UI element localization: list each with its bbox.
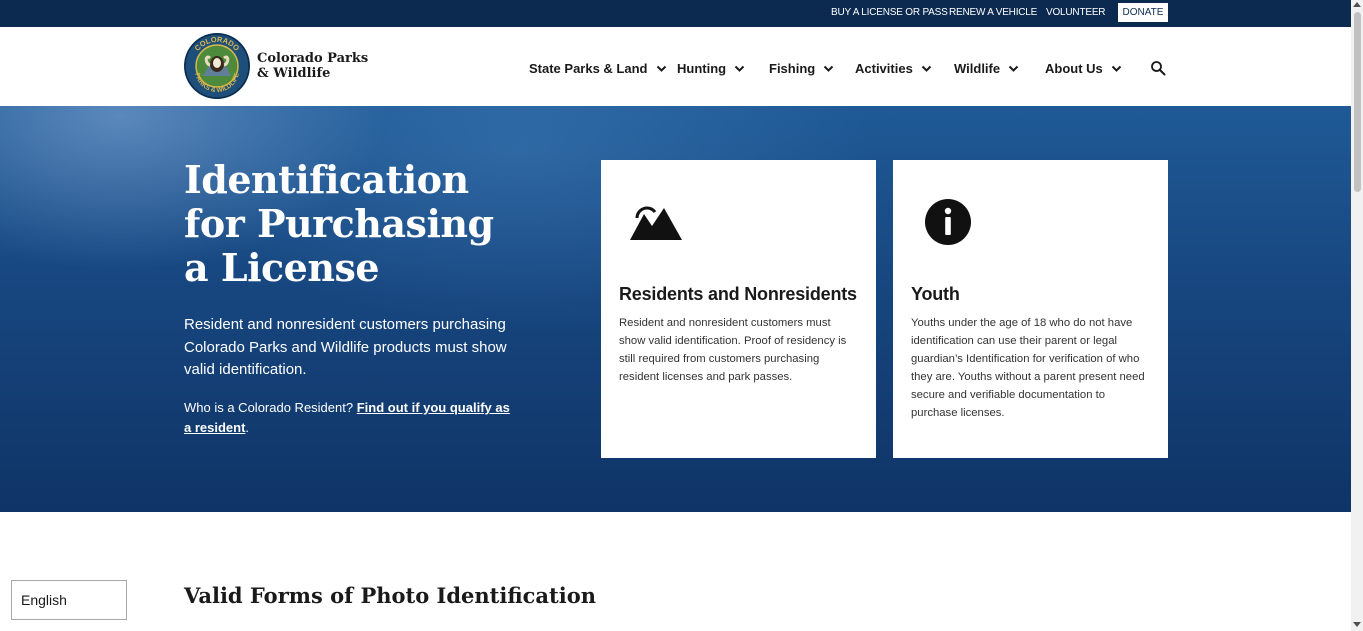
nav-label: About Us: [1045, 61, 1103, 76]
nav-label: Activities: [855, 61, 913, 76]
hero-section: Identification for Purchasing a License …: [0, 106, 1351, 512]
chevron-down-icon: [921, 65, 932, 72]
search-icon[interactable]: [1150, 60, 1166, 76]
section-title: Valid Forms of Photo Identification: [184, 583, 596, 608]
nav-activities[interactable]: Activities: [855, 61, 932, 76]
logo-text-line2: & Wildlife: [257, 66, 331, 81]
nav-about-us[interactable]: About Us: [1045, 61, 1122, 76]
utility-bar: BUY A LICENSE OR PASS RENEW A VEHICLE VO…: [0, 0, 1351, 27]
site-header: COLORADO PARKS & WILDLIFE Colorado Parks…: [0, 27, 1351, 106]
scroll-thumb[interactable]: [1354, 12, 1361, 192]
nav-label: Wildlife: [954, 61, 1001, 76]
chevron-down-icon: [656, 65, 666, 72]
hero-description: Resident and nonresident customers purch…: [184, 316, 507, 378]
logo-text-line1: Colorado Parks: [257, 51, 369, 66]
scrollbar[interactable]: [1351, 0, 1363, 631]
volunteer-link[interactable]: VOLUNTEER: [1046, 7, 1106, 18]
info-icon: [925, 199, 971, 245]
resident-question-text: Who is a Colorado Resident?: [184, 400, 354, 415]
donate-button[interactable]: DONATE: [1118, 3, 1168, 22]
logo-text[interactable]: Colorado Parks & Wildlife: [257, 51, 368, 81]
chevron-down-icon: [734, 65, 745, 72]
card-residents: Residents and Nonresidents Resident and …: [601, 160, 876, 458]
mountain-icon: [630, 206, 682, 240]
scroll-down-arrow-icon[interactable]: [1353, 622, 1361, 627]
nav-state-parks[interactable]: State Parks & Land: [529, 61, 667, 76]
card-youth: Youth Youths under the age of 18 who do …: [893, 160, 1168, 458]
nav-fishing[interactable]: Fishing: [769, 61, 834, 76]
chevron-down-icon: [1008, 65, 1019, 72]
resident-suffix: .: [245, 420, 250, 435]
page-title: Identification for Purchasing a License: [184, 157, 494, 290]
buy-license-link[interactable]: BUY A LICENSE OR PASS: [831, 7, 948, 18]
cpw-logo[interactable]: COLORADO PARKS & WILDLIFE: [183, 32, 251, 100]
language-select[interactable]: English: [11, 580, 127, 620]
nav-label: Fishing: [769, 61, 816, 76]
card-title: Youth: [911, 284, 960, 304]
nav-wildlife[interactable]: Wildlife: [954, 61, 1019, 76]
nav-hunting[interactable]: Hunting: [677, 61, 745, 76]
resident-question: Who is a Colorado Resident? Find out if …: [184, 398, 514, 438]
card-title: Residents and Nonresidents: [619, 284, 857, 304]
chevron-down-icon: [824, 65, 834, 72]
chevron-down-icon: [1111, 65, 1121, 72]
card-text: Resident and nonresident customers must …: [619, 317, 847, 383]
card-text: Youths under the age of 18 who do not ha…: [911, 317, 1145, 419]
renew-vehicle-link[interactable]: RENEW A VEHICLE: [949, 7, 1037, 18]
nav-label: Hunting: [677, 61, 727, 76]
nav-label: State Parks & Land: [529, 61, 648, 76]
scroll-up-arrow-icon[interactable]: [1353, 2, 1361, 7]
